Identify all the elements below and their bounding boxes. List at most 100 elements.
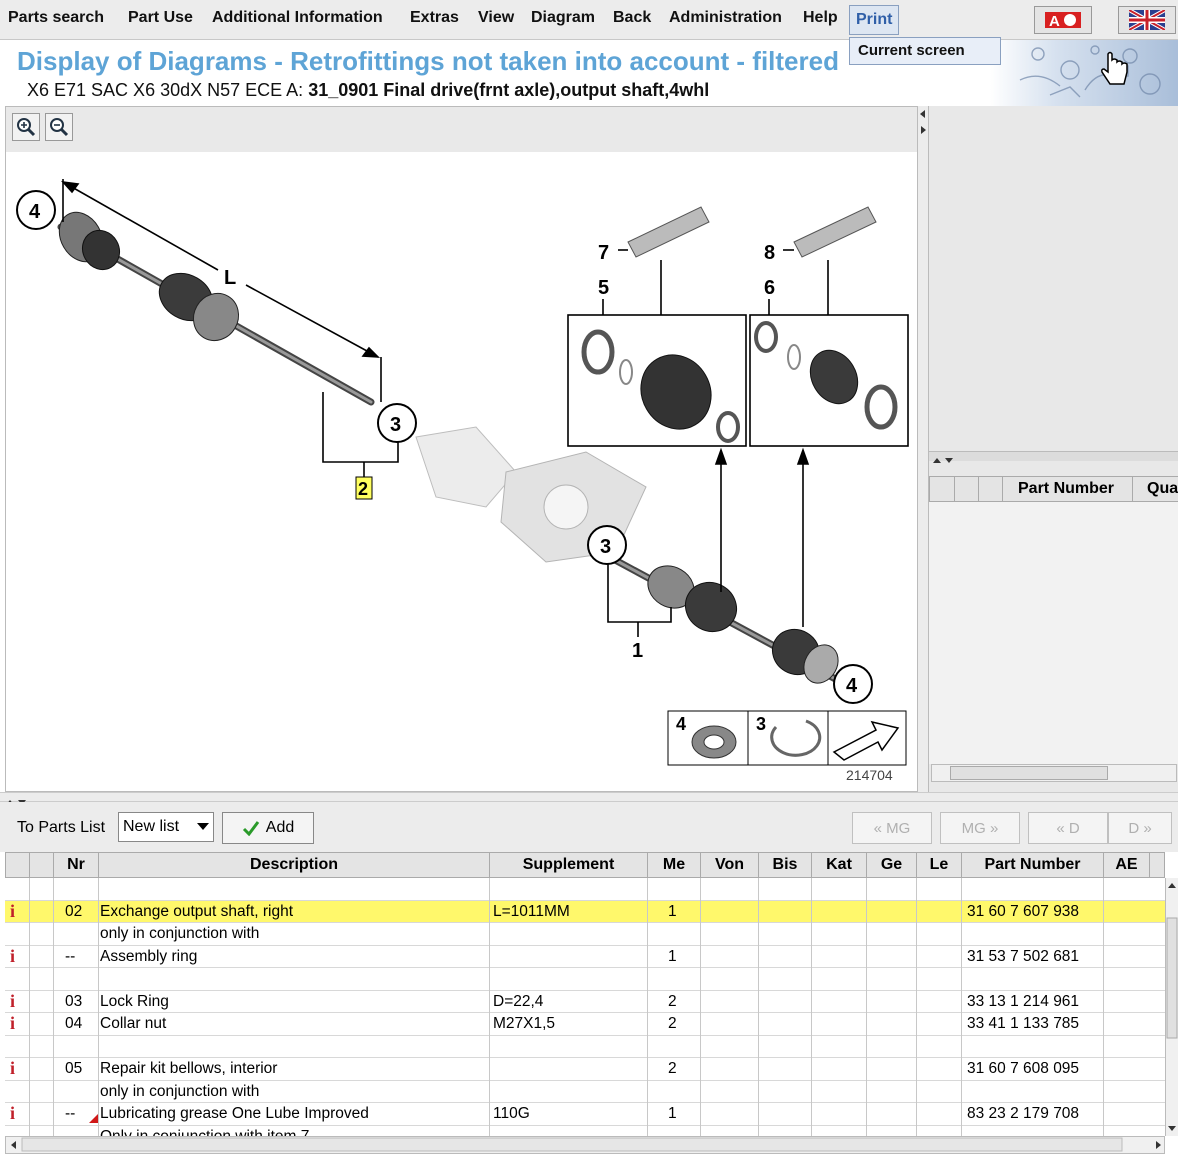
parts-list-select-value: New list — [123, 818, 180, 835]
cell-part-number: 33 41 1 133 785 — [967, 1015, 1080, 1032]
col-description[interactable]: Description — [99, 853, 490, 877]
column-divider — [98, 878, 99, 1136]
callout-3-top: 3 — [377, 403, 417, 443]
column-divider — [700, 878, 701, 1136]
to-parts-list-label: To Parts List — [17, 819, 106, 836]
prev-d-button[interactable]: « D — [1028, 812, 1108, 844]
cell-part-number: 33 13 1 214 961 — [967, 992, 1080, 1010]
repair-kit-box-6 — [749, 314, 909, 447]
diagram-toolbar — [6, 107, 917, 152]
menu-parts-search[interactable]: Parts search — [8, 9, 104, 27]
table-row[interactable]: i 04 Collar nut M27X1,5 2 33 41 1 133 785 — [5, 1013, 1165, 1036]
col-flag[interactable] — [30, 853, 54, 877]
right-col-quantity[interactable]: Qua — [1147, 480, 1178, 498]
menu-print[interactable]: Print — [849, 5, 900, 35]
zoom-in-button[interactable] — [12, 113, 40, 141]
table-row[interactable]: i 05 Repair kit bellows, interior 2 31 60 7 … — [5, 1058, 1165, 1081]
table-row[interactable]: only in conjunction with — [5, 1081, 1165, 1103]
info-icon[interactable]: i — [10, 1058, 15, 1079]
cell-description: Collar nut — [100, 1015, 167, 1032]
col-kat[interactable]: Kat — [812, 853, 867, 877]
menu-back[interactable]: Back — [613, 9, 651, 27]
splitter-arrows-icon — [920, 110, 926, 134]
zoom-out-button[interactable] — [45, 113, 73, 141]
table-row[interactable] — [5, 968, 1165, 991]
next-mg-button[interactable]: MG » — [940, 812, 1020, 844]
table-row[interactable]: only in conjunction with — [5, 923, 1165, 946]
cell-me: 2 — [668, 1015, 677, 1032]
print-current-screen-item[interactable]: Current screen — [849, 37, 1001, 65]
col-von[interactable]: Von — [701, 853, 759, 877]
info-icon[interactable]: i — [10, 1013, 15, 1034]
right-hscroll[interactable] — [931, 764, 1177, 782]
right-col-part-number[interactable]: Part Number — [1018, 480, 1114, 498]
col-me[interactable]: Me — [648, 853, 701, 877]
table-vscroll[interactable] — [1165, 878, 1178, 1136]
ao-button[interactable]: A — [1034, 6, 1092, 34]
menu-extras[interactable]: Extras — [410, 9, 459, 27]
table-row[interactable]: i -- Lubricating grease One Lube Improved 1… — [5, 1103, 1165, 1126]
cell-part-number: 31 60 7 607 938 — [967, 902, 1080, 920]
horizontal-splitter[interactable] — [0, 792, 1178, 805]
table-row[interactable]: i -- Assembly ring 1 31 53 7 502 681 — [5, 946, 1165, 968]
page-title: Display of Diagrams - Retrofittings not … — [17, 46, 839, 76]
info-icon[interactable]: i — [10, 1103, 15, 1124]
right-hscroll-thumb[interactable] — [950, 766, 1108, 780]
zoom-in-icon — [17, 118, 36, 137]
menu-bar: Parts search Part Use Additional Informa… — [0, 0, 1178, 40]
vertical-splitter[interactable] — [918, 106, 928, 792]
column-divider — [29, 878, 30, 1136]
cell-supplement: 110G — [493, 1105, 530, 1122]
cell-nr: 03 — [65, 992, 83, 1010]
table-row[interactable]: i 02 Exchange output shaft, right L=1011MM 1… — [5, 900, 1165, 923]
table-row[interactable]: Only in conjunction with item 7 — [5, 1126, 1165, 1137]
legend-box: 4 3 — [667, 710, 907, 766]
info-icon[interactable]: i — [10, 901, 15, 922]
table-row[interactable] — [5, 1036, 1165, 1058]
language-flag-button[interactable] — [1118, 6, 1176, 34]
info-icon[interactable]: i — [10, 946, 15, 967]
ao-logo-icon: A — [1045, 12, 1081, 30]
prev-mg-button[interactable]: « MG — [852, 812, 932, 844]
col-ge[interactable]: Ge — [867, 853, 917, 877]
cell-description: Only in conjunction with item 7 — [100, 1127, 310, 1137]
uk-flag-icon — [1129, 10, 1165, 30]
checkmark-icon — [242, 821, 259, 836]
col-nr[interactable]: Nr — [54, 853, 99, 877]
repair-kit-box-5 — [567, 314, 747, 447]
table-row[interactable]: i 03 Lock Ring D=22,4 2 33 13 1 214 961 — [5, 991, 1165, 1013]
callout-6: 6 — [764, 277, 775, 299]
add-button[interactable]: Add — [222, 812, 314, 844]
right-table-body — [929, 502, 1178, 764]
col-part-number[interactable]: Part Number — [962, 853, 1104, 877]
col-supplement[interactable]: Supplement — [490, 853, 648, 877]
right-splitter[interactable] — [929, 451, 1178, 463]
cell-part-number: 31 60 7 608 095 — [967, 1060, 1080, 1077]
cell-nr: -- — [65, 947, 76, 965]
menu-help[interactable]: Help — [803, 9, 838, 27]
column-divider — [916, 878, 917, 1136]
menu-diagram[interactable]: Diagram — [531, 9, 595, 27]
table-hscroll[interactable] — [5, 1136, 1165, 1154]
zoom-out-icon — [50, 118, 69, 137]
col-ae[interactable]: AE — [1104, 853, 1150, 877]
menu-part-use[interactable]: Part Use — [128, 9, 193, 27]
next-d-button[interactable]: D » — [1108, 812, 1172, 844]
col-le[interactable]: Le — [917, 853, 962, 877]
parts-list-select[interactable]: New list — [118, 812, 214, 842]
column-divider — [811, 878, 812, 1136]
info-icon[interactable]: i — [10, 991, 15, 1012]
menu-view[interactable]: View — [478, 9, 514, 27]
cell-me: 1 — [668, 1105, 677, 1122]
menu-administration[interactable]: Administration — [669, 9, 782, 27]
menu-additional-information[interactable]: Additional Information — [212, 9, 383, 27]
dimension-L — [60, 179, 382, 402]
output-shaft-left-drawing — [57, 211, 375, 406]
legend-key-4: 4 — [676, 714, 686, 734]
col-info[interactable] — [6, 853, 30, 877]
callout-7: 7 — [598, 242, 609, 264]
cell-nr: 05 — [65, 1060, 83, 1077]
table-row[interactable] — [5, 878, 1165, 901]
cell-supplement: M27X1,5 — [493, 1015, 556, 1032]
col-bis[interactable]: Bis — [759, 853, 812, 877]
